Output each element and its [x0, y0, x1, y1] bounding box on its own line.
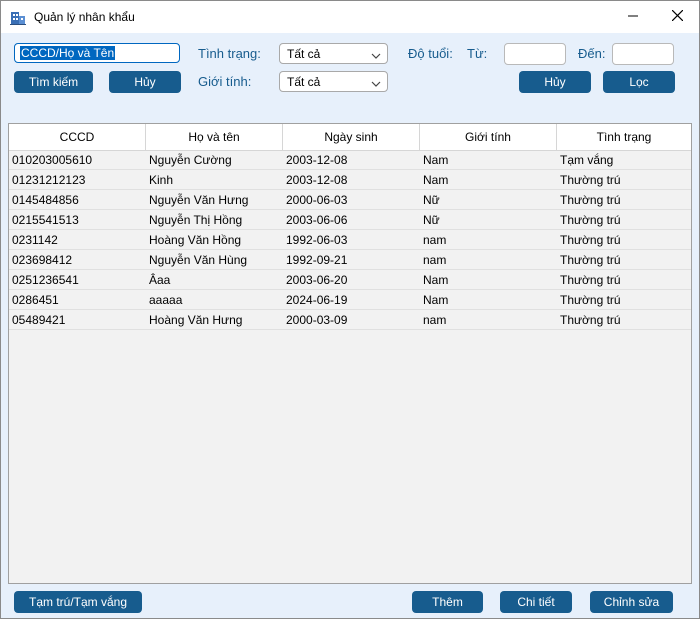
cell-gender: Nam	[423, 273, 449, 287]
cell-gender: Nam	[423, 293, 449, 307]
cell-gender: Nữ	[423, 193, 440, 207]
age-to-input[interactable]	[612, 43, 674, 65]
cell-status: Thường trú	[560, 253, 621, 267]
age-from-input[interactable]	[504, 43, 566, 65]
cell-gender: nam	[423, 233, 447, 247]
cell-name: Nguyễn Văn Hưng	[149, 193, 249, 207]
add-button[interactable]: Thêm	[412, 591, 483, 613]
detail-button[interactable]: Chi tiết	[500, 591, 572, 613]
cell-birthdate: 1992-09-21	[286, 253, 348, 267]
age-label: Độ tuổi:	[408, 46, 453, 61]
cell-cccd: 023698412	[12, 253, 73, 267]
main-window: Quản lý nhân khẩu CCCD/Họ và Tên Tìm kiế…	[0, 0, 700, 619]
cell-name: Nguyễn Văn Hùng	[149, 253, 248, 267]
table-row[interactable]: 01231212123 Kinh 2003-12-08 Nam Thường trú	[9, 170, 691, 190]
table-row[interactable]: 0231142 Hoàng Văn Hồng 1992-06-03 nam Thường…	[9, 230, 691, 250]
table-row[interactable]: 010203005610 Nguyễn Cường 2003-12-08 Nam Tạm…	[9, 150, 691, 170]
age-from-label: Từ:	[467, 46, 488, 61]
filter-button[interactable]: Lọc	[603, 71, 675, 93]
cell-name: Nguyễn Cường	[149, 153, 232, 167]
cell-status: Thường trú	[560, 173, 621, 187]
search-cancel-button[interactable]: Hủy	[109, 71, 181, 93]
search-button[interactable]: Tìm kiếm	[14, 71, 93, 93]
cell-birthdate: 2003-06-20	[286, 273, 348, 287]
cell-cccd: 05489421	[12, 313, 66, 327]
column-header-gender[interactable]: Giới tính	[420, 124, 557, 150]
cell-status: Tạm vắng	[560, 153, 614, 167]
minimize-icon	[628, 10, 638, 24]
cell-cccd: 01231212123	[12, 173, 86, 187]
table-row[interactable]: 0286451 aaaaa 2024-06-19 Nam Thường trú	[9, 290, 691, 310]
cell-cccd: 0231142	[12, 233, 58, 247]
status-select-value: Tất cả	[287, 47, 321, 61]
cell-cccd: 0251236541	[12, 273, 79, 287]
table-row[interactable]: 023698412 Nguyễn Văn Hùng 1992-09-21 nam Thư…	[9, 250, 691, 270]
table-row[interactable]: 0215541513 Nguyễn Thị Hồng 2003-06-06 Nữ Thư…	[9, 210, 691, 230]
close-button[interactable]	[655, 1, 699, 33]
cell-gender: nam	[423, 313, 447, 327]
cell-status: Thường trú	[560, 193, 621, 207]
cell-status: Thường trú	[560, 313, 621, 327]
cell-birthdate: 2003-12-08	[286, 153, 348, 167]
table-row[interactable]: 0145484856 Nguyễn Văn Hưng 2000-06-03 Nữ Thư…	[9, 190, 691, 210]
cell-cccd: 0286451	[12, 293, 59, 307]
content-area: CCCD/Họ và Tên Tìm kiếm Hủy Tình trạng: …	[1, 33, 699, 618]
cell-birthdate: 2024-06-19	[286, 293, 348, 307]
status-label: Tình trạng:	[198, 46, 261, 61]
cell-name: Nguyễn Thị Hồng	[149, 213, 243, 227]
cell-cccd: 0215541513	[12, 213, 79, 227]
temp-residence-button[interactable]: Tạm trú/Tạm vắng	[14, 591, 142, 613]
cell-status: Thường trú	[560, 273, 621, 287]
column-header-status[interactable]: Tình trạng	[557, 124, 691, 150]
minimize-button[interactable]	[611, 1, 655, 33]
cell-name: Hoàng Văn Hưng	[149, 313, 243, 327]
cell-birthdate: 2003-06-06	[286, 213, 348, 227]
window-title: Quản lý nhân khẩu	[34, 10, 135, 24]
resident-table[interactable]: CCCD Họ và tên Ngày sinh Giới tính Tình …	[8, 123, 692, 584]
search-input-value: CCCD/Họ và Tên	[20, 46, 116, 60]
title-bar[interactable]: Quản lý nhân khẩu	[1, 1, 699, 33]
cell-birthdate: 1992-06-03	[286, 233, 348, 247]
cell-name: Âaa	[149, 273, 171, 287]
table-row[interactable]: 05489421 Hoàng Văn Hưng 2000-03-09 nam Thườn…	[9, 310, 691, 330]
cell-gender: nam	[423, 253, 447, 267]
gender-label: Giới tính:	[198, 74, 252, 89]
cell-status: Thường trú	[560, 213, 621, 227]
edit-button[interactable]: Chỉnh sửa	[590, 591, 673, 613]
status-select[interactable]: Tất cả	[279, 43, 388, 64]
search-input[interactable]: CCCD/Họ và Tên	[14, 43, 180, 63]
cell-cccd: 0145484856	[12, 193, 79, 207]
column-header-birthdate[interactable]: Ngày sinh	[283, 124, 420, 150]
cell-name: aaaaa	[149, 293, 183, 307]
close-icon	[671, 9, 683, 24]
cell-status: Thường trú	[560, 233, 621, 247]
chevron-down-icon	[371, 77, 381, 91]
cell-gender: Nam	[423, 153, 449, 167]
age-to-label: Đến:	[578, 46, 606, 61]
building-icon	[10, 9, 26, 25]
gender-select[interactable]: Tất cả	[279, 71, 388, 92]
cell-name: Hoàng Văn Hồng	[149, 233, 242, 247]
cell-cccd: 010203005610	[12, 153, 93, 167]
cell-birthdate: 2000-03-09	[286, 313, 348, 327]
cell-birthdate: 2003-12-08	[286, 173, 348, 187]
cell-name: Kinh	[149, 173, 174, 187]
cell-gender: Nam	[423, 173, 449, 187]
filter-cancel-button[interactable]: Hủy	[519, 71, 591, 93]
cell-status: Thường trú	[560, 293, 621, 307]
table-row[interactable]: 0251236541 Âaa 2003-06-20 Nam Thường trú	[9, 270, 691, 290]
chevron-down-icon	[371, 49, 381, 63]
cell-birthdate: 2000-06-03	[286, 193, 348, 207]
table-header: CCCD Họ và tên Ngày sinh Giới tính Tình …	[9, 124, 691, 151]
column-header-cccd[interactable]: CCCD	[9, 124, 146, 150]
cell-gender: Nữ	[423, 213, 440, 227]
gender-select-value: Tất cả	[287, 75, 321, 89]
column-header-name[interactable]: Họ và tên	[146, 124, 283, 150]
